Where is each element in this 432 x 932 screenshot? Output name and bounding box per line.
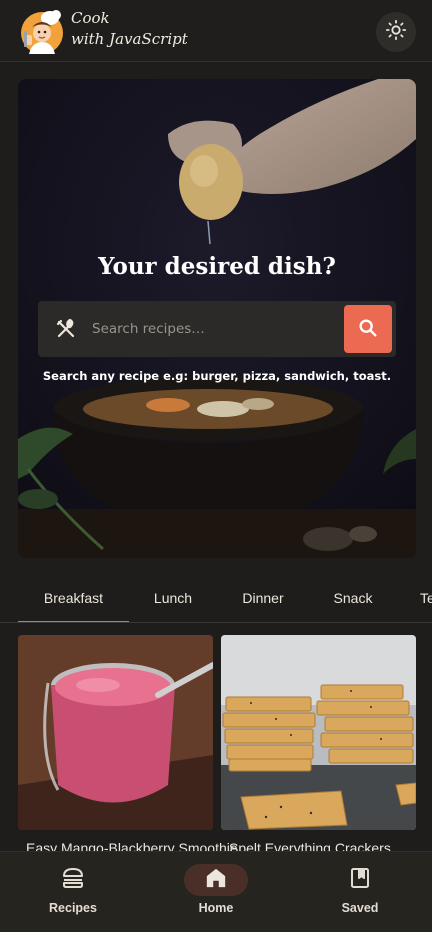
- meal-type-tabs: Breakfast Lunch Dinner Snack Teatime: [0, 576, 432, 623]
- nav-pill: [41, 864, 105, 896]
- brand-line-2: with JavaScript: [71, 30, 188, 48]
- chef-logo[interactable]: [20, 7, 65, 55]
- cutlery-icon: [54, 317, 78, 341]
- nav-label: Recipes: [49, 901, 97, 915]
- recipe-card[interactable]: Spelt Everything Crackers: [221, 635, 416, 856]
- tab-snack[interactable]: Snack: [318, 576, 388, 622]
- bottom-navigation: Recipes Home Saved: [0, 851, 432, 932]
- brand-line-1: Cook: [71, 9, 110, 27]
- recipe-image: [18, 635, 213, 830]
- nav-pill: [184, 864, 248, 896]
- tab-lunch[interactable]: Lunch: [138, 576, 208, 622]
- bookmark-icon: [350, 867, 370, 893]
- recipe-card[interactable]: Easy Mango-Blackberry Smoothie: [18, 635, 238, 856]
- recipe-image: [221, 635, 416, 830]
- app-header: Cook with JavaScript: [0, 0, 432, 62]
- search-input[interactable]: [92, 309, 340, 349]
- search-bar: [38, 301, 396, 357]
- home-icon: [205, 867, 227, 893]
- search-hint: Search any recipe e.g: burger, pizza, sa…: [42, 369, 392, 383]
- sun-icon: [385, 19, 407, 45]
- nav-label: Saved: [341, 901, 379, 915]
- nav-pill: [328, 864, 392, 896]
- search-icon: [357, 317, 379, 342]
- burger-icon: [61, 867, 85, 893]
- brand-name[interactable]: Cook with JavaScript: [71, 8, 188, 50]
- theme-toggle-button[interactable]: [376, 12, 416, 52]
- search-button[interactable]: [344, 305, 392, 353]
- nav-label: Home: [198, 901, 234, 915]
- tab-teatime[interactable]: Teatime: [420, 576, 432, 622]
- nav-saved[interactable]: Saved: [305, 864, 415, 924]
- tab-breakfast[interactable]: Breakfast: [18, 576, 129, 622]
- hero-banner: Your desired dish? Search any recipe e.g…: [18, 79, 416, 558]
- nav-recipes[interactable]: Recipes: [18, 864, 128, 924]
- nav-home[interactable]: Home: [161, 864, 271, 924]
- hero-title: Your desired dish?: [98, 253, 336, 280]
- tab-dinner[interactable]: Dinner: [228, 576, 298, 622]
